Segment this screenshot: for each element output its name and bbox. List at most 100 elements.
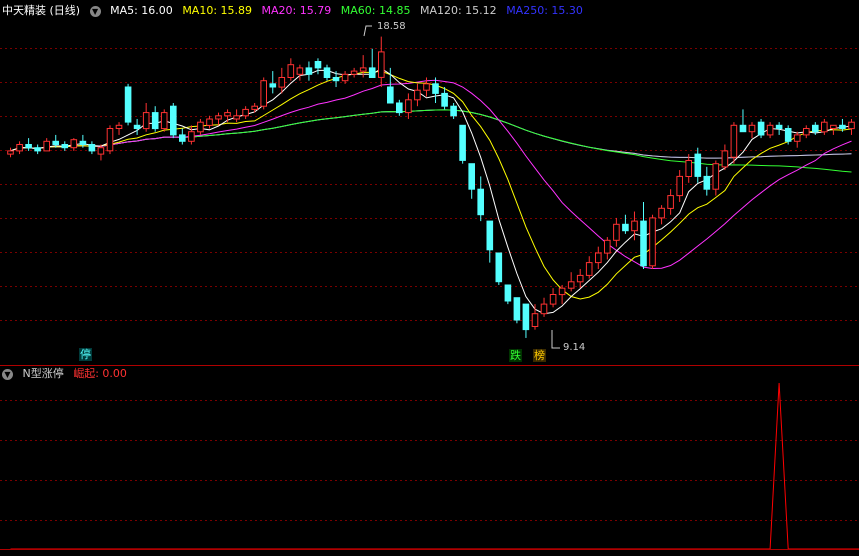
candle <box>504 284 512 305</box>
candle-body <box>766 124 774 136</box>
candle <box>7 147 14 158</box>
candle <box>233 109 240 123</box>
candle <box>531 304 539 330</box>
candle <box>296 64 304 81</box>
candle-body <box>531 313 539 328</box>
candle-body <box>667 195 674 209</box>
candle-body <box>585 262 593 276</box>
candle-body <box>604 239 611 254</box>
candle-body <box>468 163 475 190</box>
candle <box>748 122 756 139</box>
candle-body <box>784 128 792 142</box>
candle-body <box>739 124 747 133</box>
candle <box>88 141 96 155</box>
candle <box>61 141 69 151</box>
ma60-label: MA60: 14.85 <box>340 4 411 17</box>
candle-body <box>7 150 14 155</box>
candle-body <box>305 67 313 75</box>
candle <box>106 125 114 155</box>
candle-body <box>215 115 222 120</box>
candle-body <box>269 83 277 88</box>
candle <box>34 144 41 155</box>
candle-body <box>450 105 457 117</box>
candle-body <box>314 61 322 69</box>
candle <box>350 67 358 78</box>
candle-body <box>757 121 765 136</box>
candle <box>323 64 331 81</box>
ma250-label: MA250: 15.30 <box>506 4 583 17</box>
candle <box>803 125 810 139</box>
candle <box>522 303 530 338</box>
candle <box>396 99 403 116</box>
candle <box>685 154 693 183</box>
candle-body <box>34 147 41 152</box>
candle <box>142 103 150 132</box>
moving-average-lines <box>10 67 852 315</box>
candle <box>170 103 177 139</box>
candle <box>622 214 629 234</box>
candle-body <box>540 303 548 315</box>
candle-body <box>486 220 494 251</box>
candle <box>567 272 575 292</box>
candle-body <box>124 86 132 123</box>
candle <box>821 118 828 135</box>
indicator-name[interactable]: N型涨停 <box>23 367 64 380</box>
candle <box>468 163 475 199</box>
candle-body <box>287 64 295 78</box>
tag-bang[interactable]: 榜 <box>533 349 546 362</box>
candle <box>540 297 548 317</box>
candle-body <box>43 140 51 152</box>
tag-ting[interactable]: 停 <box>79 348 92 361</box>
candle <box>16 141 23 155</box>
candle-body <box>730 124 738 158</box>
indicator-grid-lines <box>0 400 859 521</box>
high-price-label: 18.58 <box>377 21 406 32</box>
candle-body <box>812 124 819 133</box>
candle-body <box>25 144 32 149</box>
candle <box>341 71 349 84</box>
candle <box>25 138 32 151</box>
candle <box>70 138 78 151</box>
candle-body <box>170 105 177 136</box>
candle-body <box>368 67 376 79</box>
candle <box>260 77 267 110</box>
candle-body <box>703 175 711 190</box>
kline-chart[interactable] <box>0 0 859 556</box>
candle-body <box>242 108 249 117</box>
candle-body <box>405 99 412 114</box>
candle <box>188 125 195 145</box>
candle <box>459 124 466 164</box>
candle <box>97 144 105 161</box>
indicator-header: ▼ N型涨停 崛起: 0.00 <box>2 366 133 382</box>
candle-body <box>613 223 620 241</box>
candle-body <box>848 121 855 130</box>
indicator-line <box>10 382 859 550</box>
candle <box>676 170 684 202</box>
candle <box>658 205 665 225</box>
candle <box>703 166 711 196</box>
candle-body <box>721 150 729 168</box>
candle <box>224 109 231 123</box>
candle <box>549 288 557 308</box>
candle <box>151 106 159 132</box>
candle-body <box>396 102 403 114</box>
candle-body <box>296 67 304 75</box>
candle-body <box>649 217 656 267</box>
tag-die[interactable]: 跌 <box>509 349 522 362</box>
candle-body <box>631 220 638 232</box>
candle-body <box>133 124 141 130</box>
price-annotation-arrows <box>363 25 560 349</box>
ma5-line <box>10 67 852 315</box>
candle-body <box>323 67 331 79</box>
candle-body <box>830 124 837 130</box>
candle <box>649 214 656 269</box>
candle <box>305 61 313 81</box>
collapse-icon[interactable]: ▼ <box>2 368 13 380</box>
candle <box>405 93 412 119</box>
candle-body <box>432 83 439 94</box>
candle <box>477 176 484 222</box>
candle-body <box>495 252 503 283</box>
collapse-icon[interactable]: ▼ <box>89 5 101 17</box>
candle-body <box>359 67 367 72</box>
candle <box>441 87 448 110</box>
